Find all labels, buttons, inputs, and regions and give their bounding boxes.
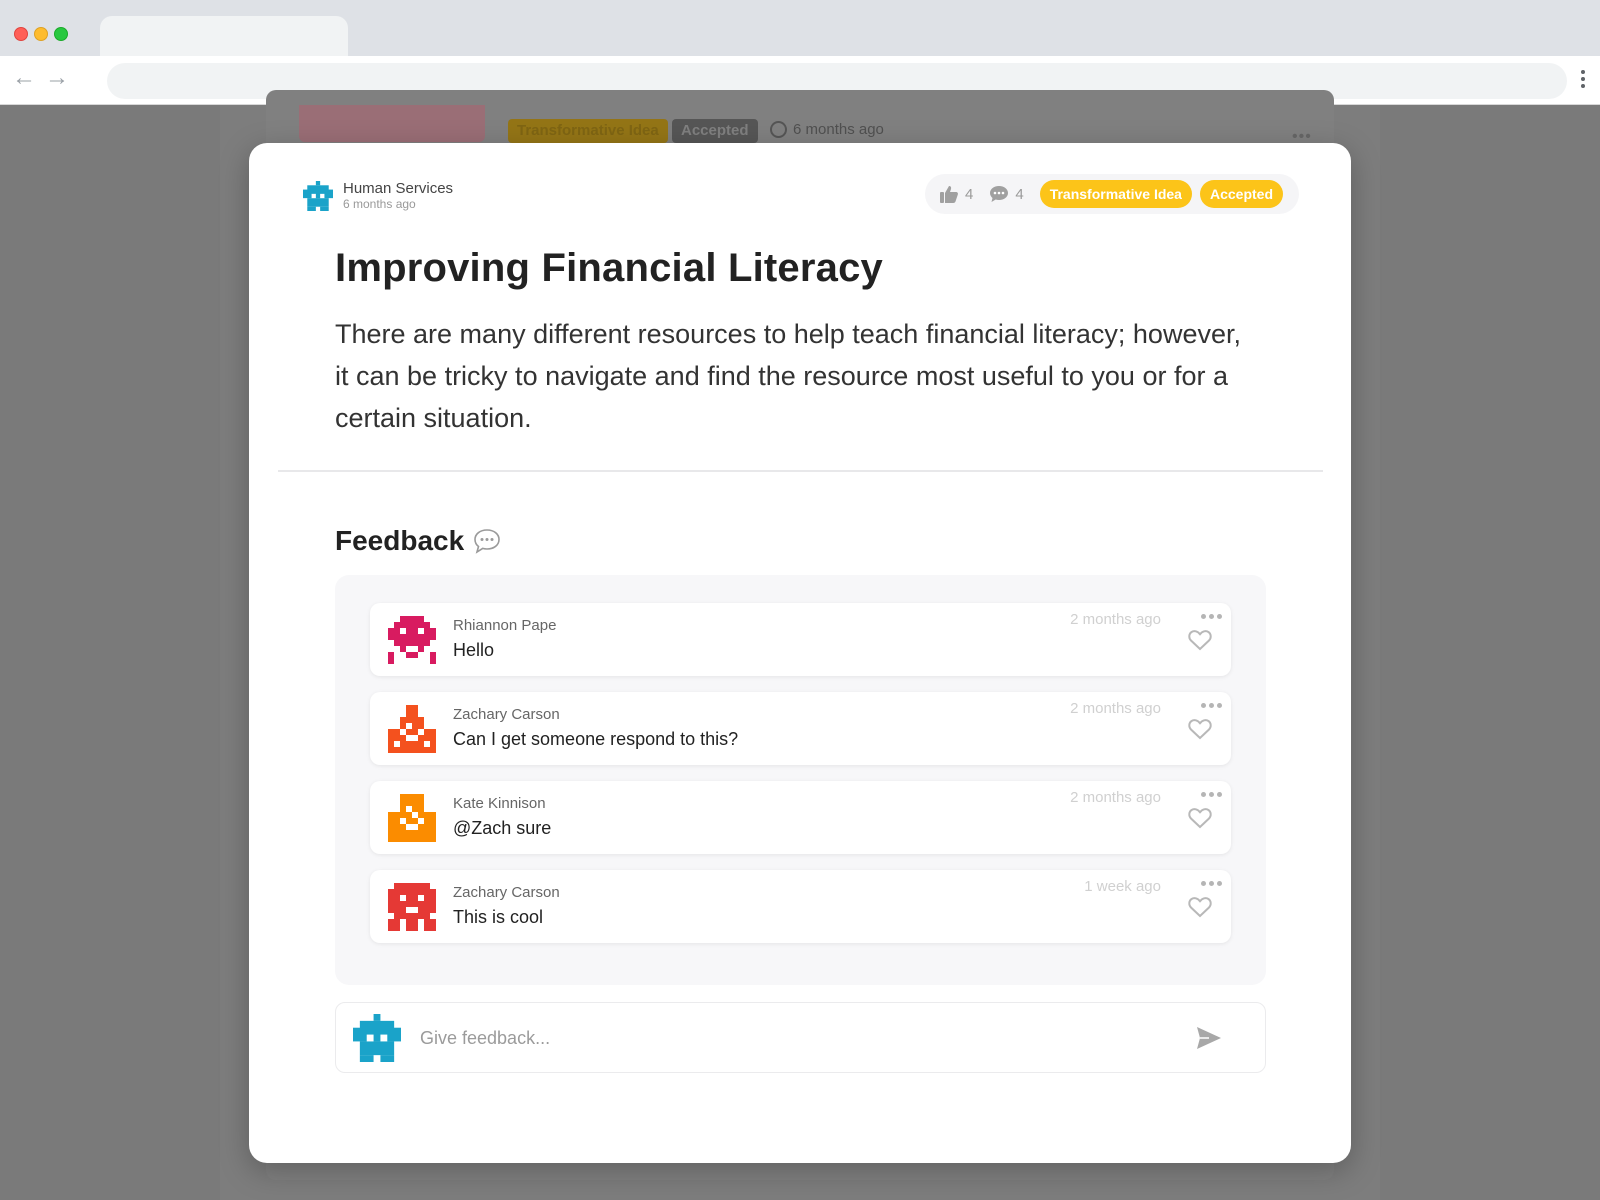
org-name[interactable]: Human Services [343, 180, 453, 197]
tag-accepted[interactable]: Accepted [1199, 180, 1283, 208]
idea-title: Improving Financial Literacy [335, 246, 883, 290]
avatar-icon [388, 616, 436, 664]
idea-description: There are many different resources to he… [335, 319, 1241, 433]
comment-text: Can I get someone respond to this? [453, 729, 739, 749]
comment-text: This is cool [453, 907, 544, 927]
browser-tab-bar [0, 0, 1600, 56]
comment-author[interactable]: Zachary Carson [453, 706, 560, 723]
browser-tab[interactable] [100, 16, 348, 56]
idea-stats-bar: 4 4 Transformative Idea Accepted [925, 174, 1299, 214]
heart-icon[interactable] [1187, 716, 1213, 742]
thumbs-up-icon [940, 186, 958, 203]
comments-stat[interactable]: 4 [989, 184, 1024, 204]
comment-item: Zachary Carson This is cool 1 week ago [370, 870, 1231, 943]
more-options-icon[interactable] [1201, 787, 1225, 801]
clock-icon [770, 121, 787, 138]
feedback-composer [335, 1002, 1266, 1073]
comment-time: 1 week ago [1084, 878, 1161, 895]
comment-text: Hello [453, 640, 495, 660]
background-tag-accepted: Accepted [672, 119, 758, 143]
comment-text: @Zach sure [453, 818, 552, 838]
user-avatar-icon [353, 1014, 401, 1062]
feedback-heading: Feedback [335, 525, 502, 557]
comment-author[interactable]: Zachary Carson [453, 884, 560, 901]
heart-icon[interactable] [1187, 894, 1213, 920]
forward-arrow-icon[interactable]: → [43, 64, 71, 92]
maximize-window-button[interactable] [54, 27, 68, 41]
more-options-icon[interactable] [1201, 876, 1225, 890]
heart-icon[interactable] [1187, 627, 1213, 653]
comment-author[interactable]: Kate Kinnison [453, 795, 546, 812]
minimize-window-button[interactable] [34, 27, 48, 41]
background-thumbnail [299, 105, 485, 142]
back-arrow-icon[interactable]: ← [10, 64, 38, 92]
likes-count: 4 [965, 185, 974, 203]
comment-time: 2 months ago [1070, 611, 1161, 628]
org-avatar-icon [303, 180, 333, 211]
comments-count: 4 [1015, 185, 1024, 203]
comment-bubble-icon [990, 186, 1009, 202]
send-icon[interactable] [1195, 1025, 1223, 1051]
feedback-heading-label: Feedback [335, 525, 465, 556]
background-tag-idea: Transformative Idea [508, 119, 668, 143]
close-window-button[interactable] [14, 27, 28, 41]
section-divider [278, 470, 1323, 472]
feedback-list: Rhiannon Pape Hello 2 months ago Zachary… [335, 575, 1266, 985]
comment-time: 2 months ago [1070, 700, 1161, 717]
avatar-icon [388, 883, 436, 931]
comment-time: 2 months ago [1070, 789, 1161, 806]
tag-transformative-idea[interactable]: Transformative Idea [1039, 180, 1192, 208]
speech-bubble-icon [474, 529, 500, 554]
feedback-input[interactable] [420, 1021, 1160, 1055]
comment-item: Rhiannon Pape Hello 2 months ago [370, 603, 1231, 676]
likes-stat[interactable]: 4 [939, 184, 973, 204]
browser-menu-icon[interactable] [1576, 66, 1590, 92]
more-options-icon[interactable] [1201, 609, 1225, 623]
idea-org: Human Services 6 months ago [303, 180, 453, 211]
background-time-label: 6 months ago [793, 121, 884, 138]
comment-item: Kate Kinnison @Zach sure 2 months ago [370, 781, 1231, 854]
idea-time: 6 months ago [343, 197, 416, 211]
comment-item: Zachary Carson Can I get someone respond… [370, 692, 1231, 765]
comment-author[interactable]: Rhiannon Pape [453, 617, 556, 634]
idea-modal: Human Services 6 months ago 4 4 Transfor… [249, 143, 1351, 1163]
avatar-icon [388, 705, 436, 753]
background-time: 6 months ago [770, 121, 884, 138]
more-options-icon[interactable] [1201, 698, 1225, 712]
avatar-icon [388, 794, 436, 842]
heart-icon[interactable] [1187, 805, 1213, 831]
